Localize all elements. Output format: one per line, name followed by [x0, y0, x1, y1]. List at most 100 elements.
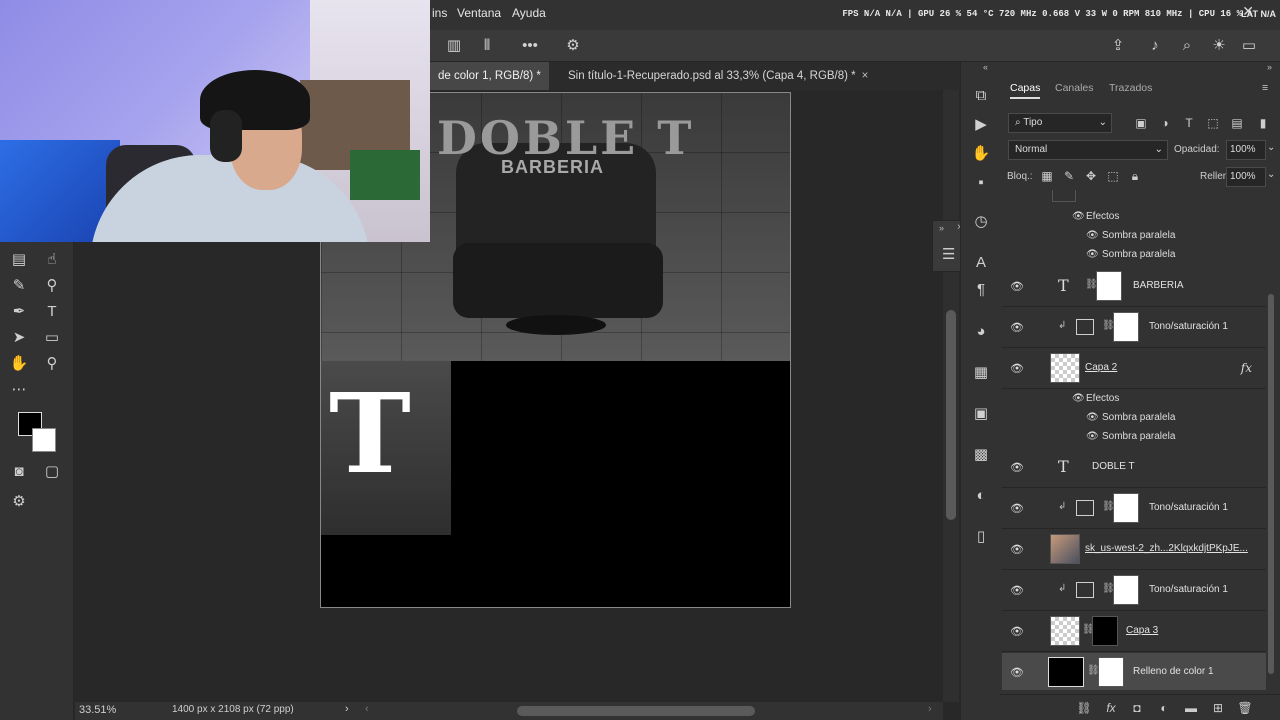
- history-states-icon[interactable]: ⧉: [969, 84, 993, 108]
- layer-effects-icon[interactable]: fx: [1241, 361, 1252, 375]
- visibility-eye-icon[interactable]: 👁︎: [1072, 211, 1085, 222]
- edit-toolbar-icon[interactable]: ⚙: [7, 490, 31, 514]
- layer-name[interactable]: sk_us-west-2_zh...2KlqxkdjtPKpJE...: [1085, 543, 1248, 554]
- chevron-right-icon[interactable]: ›: [345, 703, 349, 715]
- layer-name[interactable]: Capa 3: [1126, 625, 1158, 636]
- rectangle-tool-icon[interactable]: ▭: [40, 326, 64, 350]
- tool-presets-icon[interactable]: ✋: [969, 142, 993, 166]
- search-icon[interactable]: ⌕: [1177, 36, 1197, 56]
- adjustments-icon[interactable]: ☰: [942, 245, 955, 263]
- type-tool-icon[interactable]: T: [40, 300, 64, 324]
- delete-layer-icon[interactable]: 🗑︎: [1237, 700, 1253, 716]
- visibility-eye-icon[interactable]: 👁︎: [1086, 412, 1099, 423]
- align-bottom-icon[interactable]: ▥: [444, 36, 464, 56]
- actions-play-icon[interactable]: ▶: [969, 113, 993, 137]
- share-icon[interactable]: ⇪: [1108, 36, 1128, 56]
- filter-type-icon[interactable]: T: [1182, 116, 1196, 130]
- lock-position-icon[interactable]: ✥: [1084, 169, 1098, 183]
- gradient-tool-icon[interactable]: ▤: [7, 248, 31, 272]
- zoom-tool-icon[interactable]: ⚲: [40, 352, 64, 376]
- menu-ayuda[interactable]: Ayuda: [512, 6, 546, 20]
- menu-plugins[interactable]: ins: [432, 6, 447, 20]
- layer-name[interactable]: Relleno de color 1: [1133, 666, 1214, 677]
- panel-menu-icon[interactable]: ≡: [1262, 82, 1268, 94]
- tab-trazados[interactable]: Trazados: [1109, 82, 1152, 94]
- visibility-eye-icon[interactable]: 👁︎: [1086, 230, 1099, 241]
- visibility-eye-icon[interactable]: 👁︎: [1010, 461, 1024, 475]
- dodge-tool-icon[interactable]: ✎: [7, 274, 31, 298]
- more-options-icon[interactable]: •••: [520, 36, 540, 56]
- visibility-eye-icon[interactable]: 👁︎: [1010, 502, 1024, 516]
- link-layers-icon[interactable]: ⛓: [1076, 700, 1092, 716]
- burn-tool-icon[interactable]: ⚲: [40, 274, 64, 298]
- character-icon[interactable]: A: [969, 251, 993, 275]
- visibility-eye-icon[interactable]: 👁︎: [1086, 431, 1099, 442]
- layer-row[interactable]: 👁︎ ↲ ⛓ Tono/saturación 1: [1002, 571, 1266, 611]
- effects-group[interactable]: 👁︎ Efectos: [1002, 390, 1266, 409]
- tab-canales[interactable]: Canales: [1055, 82, 1094, 94]
- chevron-down-icon[interactable]: ⌄: [1267, 169, 1275, 180]
- layer-name[interactable]: Tono/saturación 1: [1149, 502, 1228, 513]
- patterns-icon[interactable]: ▩: [969, 443, 993, 467]
- tab-document-2[interactable]: Sin título-1-Recuperado.psd al 33,3% (Ca…: [560, 62, 876, 90]
- layer-row[interactable]: 👁︎ ↲ ⛓ Tono/saturación 1: [1002, 308, 1266, 348]
- new-layer-icon[interactable]: ⊞: [1210, 700, 1226, 716]
- tab-document-1[interactable]: de color 1, RGB/8) *: [430, 62, 549, 90]
- filter-toggle-icon[interactable]: ▮: [1256, 116, 1270, 130]
- gear-icon[interactable]: ⚙: [563, 36, 583, 56]
- layer-row[interactable]: 👁︎ ⛓ Capa 3: [1002, 612, 1266, 652]
- fill-input[interactable]: 100%: [1226, 167, 1266, 187]
- opacity-input[interactable]: 100%: [1226, 140, 1266, 160]
- visibility-eye-icon[interactable]: 👁︎: [1010, 625, 1024, 639]
- filter-adjustment-icon[interactable]: ◑: [1158, 116, 1172, 130]
- workspace-icon[interactable]: ▭: [1239, 36, 1259, 56]
- layer-row[interactable]: 👁︎ T ⛓ BARBERIA: [1002, 267, 1266, 307]
- more-tools-icon[interactable]: ⋯: [7, 378, 31, 402]
- path-selection-icon[interactable]: ➤: [7, 326, 31, 350]
- scroll-right-icon[interactable]: ›: [928, 703, 932, 715]
- smudge-tool-icon[interactable]: ☝: [40, 248, 64, 272]
- layer-row[interactable]: 👁︎ ↲ ⛓ Tono/saturación 1: [1002, 489, 1266, 529]
- layer-name[interactable]: Tono/saturación 1: [1149, 584, 1228, 595]
- layers-scrollbar[interactable]: [1266, 194, 1276, 674]
- vertical-scrollbar[interactable]: [943, 90, 959, 702]
- layer-name[interactable]: BARBERIA: [1133, 280, 1184, 291]
- layer-row-selected[interactable]: 👁︎ ⛓ Relleno de color 1: [1002, 653, 1266, 690]
- paragraph-icon[interactable]: ¶: [969, 278, 993, 302]
- background-color-swatch[interactable]: [32, 428, 56, 452]
- new-adjustment-icon[interactable]: ◐: [1156, 700, 1172, 716]
- effect-drop-shadow[interactable]: 👁︎ Sombra paralela: [1002, 227, 1266, 246]
- filter-shape-icon[interactable]: ⬚: [1206, 116, 1220, 130]
- add-mask-icon[interactable]: ◘: [1129, 700, 1145, 716]
- new-group-icon[interactable]: ▬: [1183, 700, 1199, 716]
- layer-name[interactable]: DOBLE T: [1092, 461, 1135, 472]
- adjustments-icon[interactable]: ◐: [969, 484, 993, 508]
- collapse-panel-icon[interactable]: »: [1267, 62, 1272, 72]
- effect-drop-shadow[interactable]: 👁︎ Sombra paralela: [1002, 246, 1266, 265]
- visibility-eye-icon[interactable]: 👁︎: [1010, 280, 1024, 294]
- effect-drop-shadow[interactable]: 👁︎ Sombra paralela: [1002, 428, 1266, 447]
- distribute-icon[interactable]: ⦀: [477, 36, 497, 56]
- libraries-icon[interactable]: ▯: [969, 525, 993, 549]
- tab-capas[interactable]: Capas: [1010, 82, 1041, 99]
- close-tab-icon[interactable]: ×: [862, 70, 869, 82]
- lock-artboard-icon[interactable]: ⬚: [1106, 169, 1120, 183]
- layer-row[interactable]: 👁︎ sk_us-west-2_zh...2KlqxkdjtPKpJE...: [1002, 530, 1266, 570]
- swatches-icon[interactable]: ▦: [969, 361, 993, 385]
- gradients-icon[interactable]: ▣: [969, 402, 993, 426]
- screen-mode-icon[interactable]: ▢: [40, 460, 64, 484]
- visibility-eye-icon[interactable]: 👁︎: [1010, 362, 1024, 376]
- chevron-down-icon[interactable]: ⌄: [1267, 142, 1275, 153]
- color-palette-icon[interactable]: ◕: [969, 320, 993, 344]
- visibility-eye-icon[interactable]: 👁︎: [1072, 393, 1085, 404]
- notifications-icon[interactable]: ♪: [1145, 36, 1165, 56]
- layer-name[interactable]: Capa 2: [1085, 362, 1117, 373]
- visibility-eye-icon[interactable]: 👁︎: [1010, 666, 1024, 680]
- pen-tool-icon[interactable]: ✒: [7, 300, 31, 324]
- zoom-level[interactable]: 33.51%: [79, 704, 116, 716]
- visibility-eye-icon[interactable]: 👁︎: [1010, 584, 1024, 598]
- lock-image-icon[interactable]: ✎: [1062, 169, 1076, 183]
- hand-tool-icon[interactable]: ✋: [7, 352, 31, 376]
- lock-all-icon[interactable]: 🔒︎: [1128, 169, 1142, 183]
- visibility-eye-icon[interactable]: 👁︎: [1010, 543, 1024, 557]
